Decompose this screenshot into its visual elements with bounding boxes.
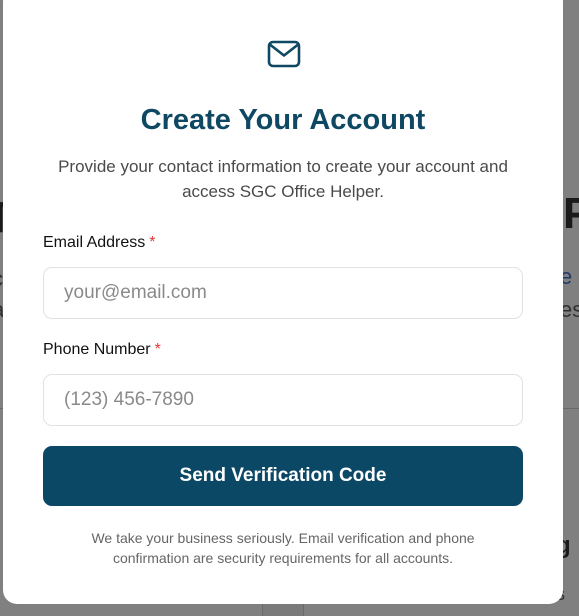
email-label-text: Email Address [43, 234, 146, 251]
backdrop-heading-right: P [563, 189, 579, 238]
email-label: Email Address * [43, 234, 156, 252]
modal-title: Create Your Account [140, 104, 426, 136]
mail-icon [267, 40, 301, 68]
modal-subtitle: Provide your contact information to crea… [58, 157, 508, 201]
security-footnote: We take your business seriously. Email v… [91, 530, 475, 566]
phone-label: Phone Number * [43, 341, 161, 359]
send-verification-code-button[interactable]: Send Verification Code [43, 446, 523, 506]
phone-label-text: Phone Number [43, 341, 151, 358]
email-required-mark: * [149, 234, 156, 251]
create-account-modal: Create Your Account Provide your contact… [3, 0, 563, 604]
phone-input[interactable] [43, 374, 523, 426]
backdrop-divider-right [563, 408, 579, 409]
email-input[interactable] [43, 267, 523, 319]
phone-required-mark: * [154, 341, 161, 358]
backdrop-bottom-tab [262, 603, 304, 616]
